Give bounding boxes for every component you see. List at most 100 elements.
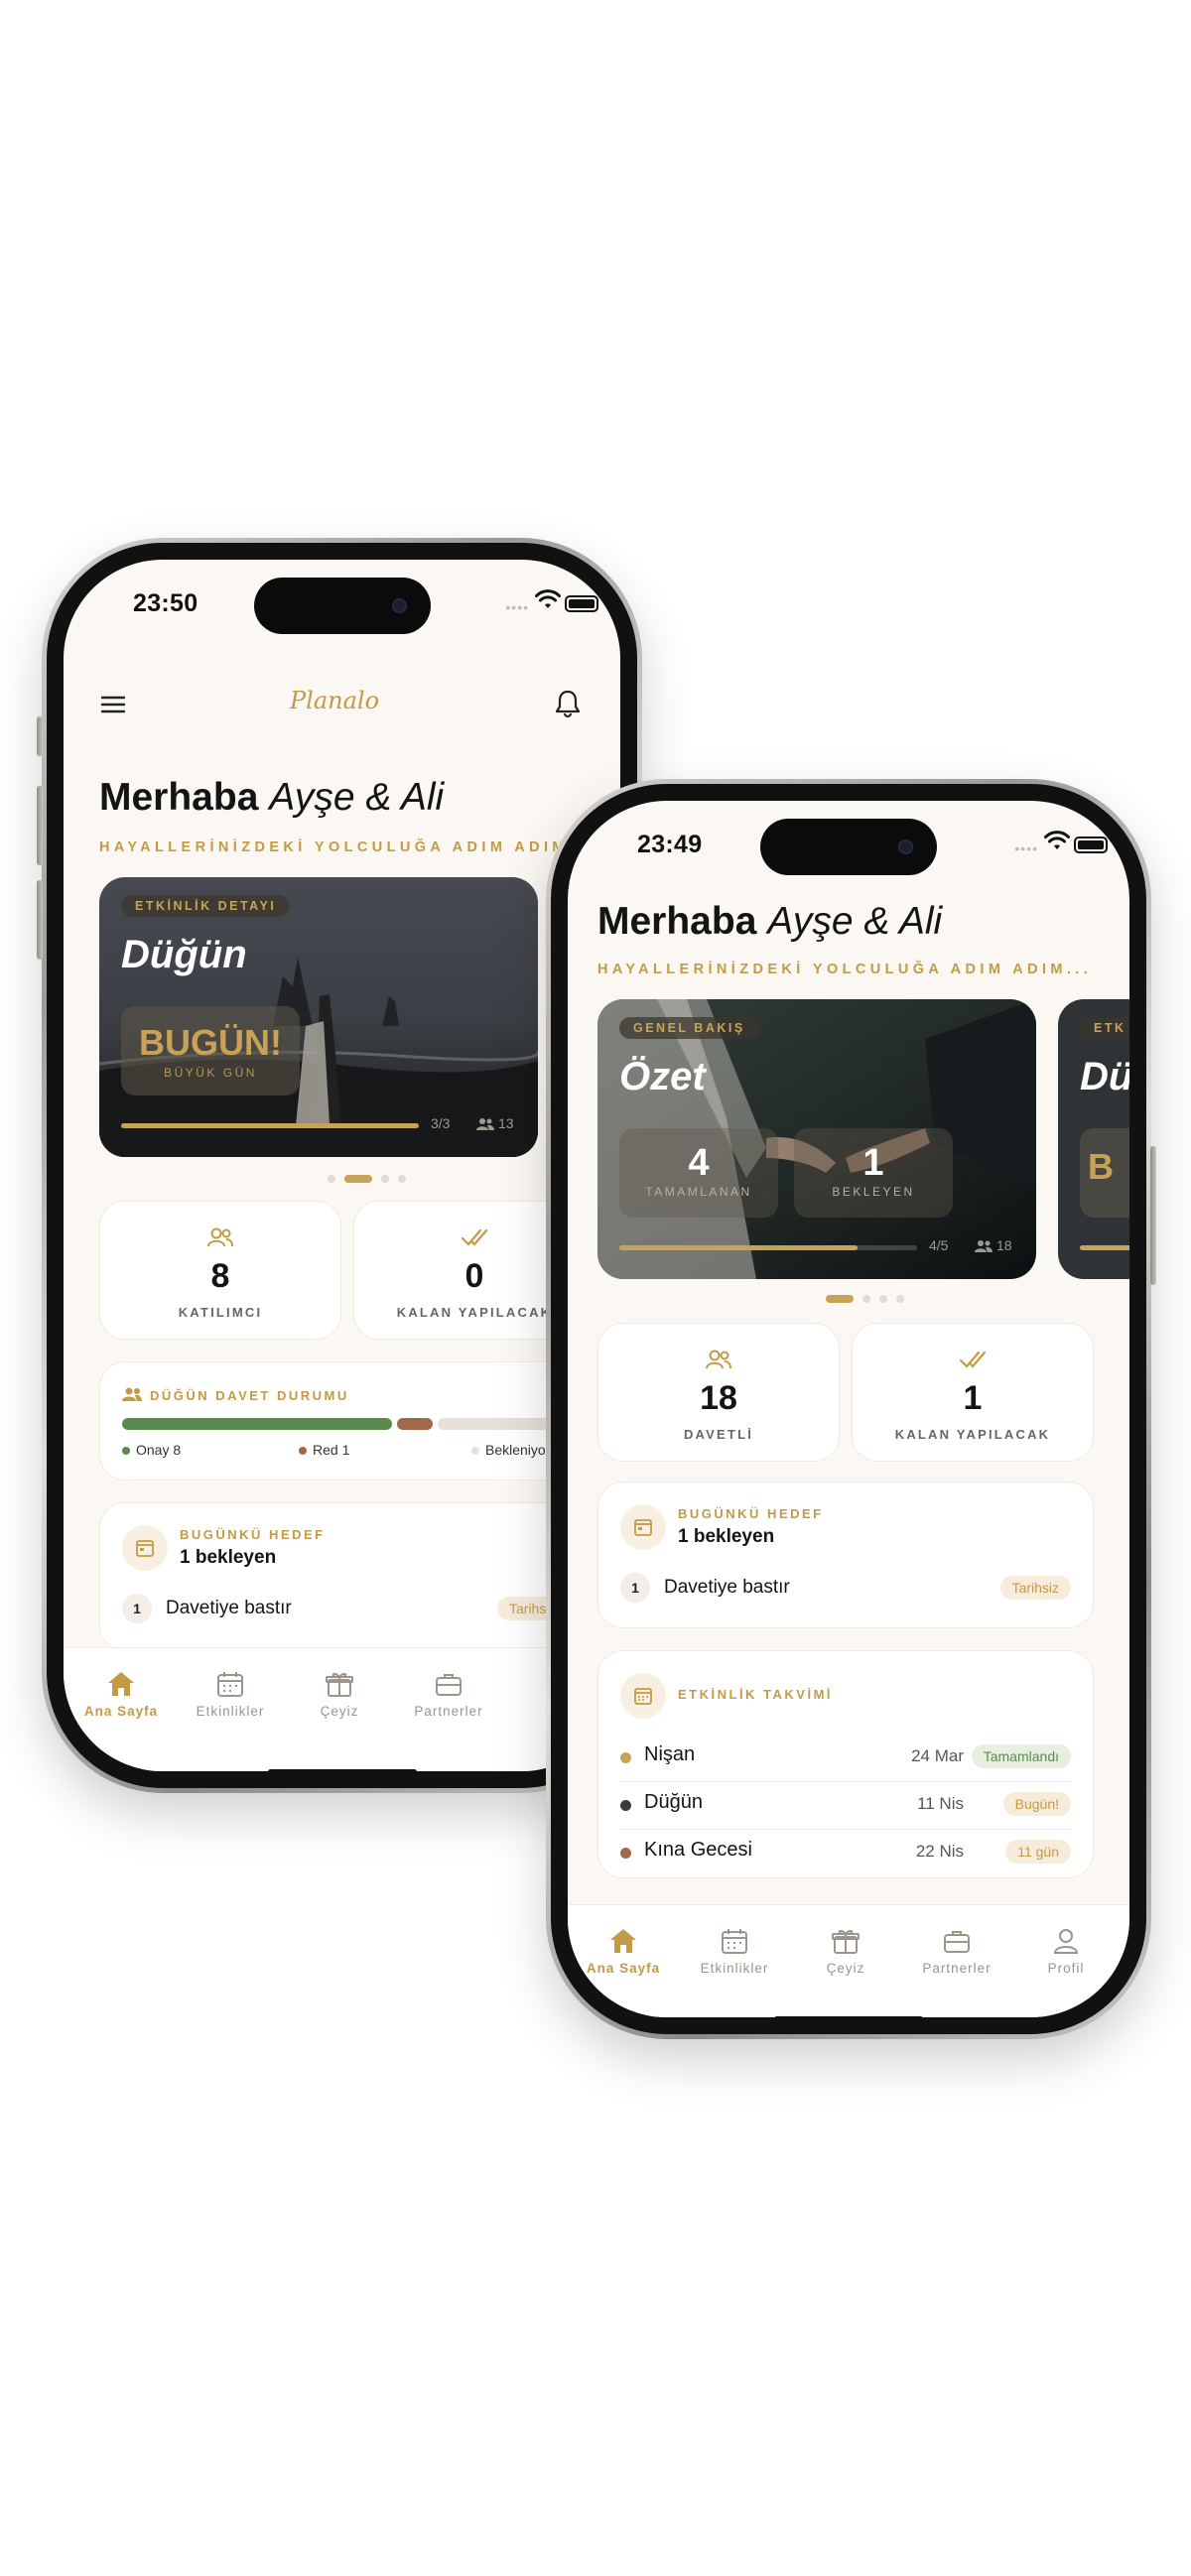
invitation-status-title: DÜĞÜN DAVET DURUMU [150,1388,349,1403]
tab-events[interactable]: Etkinlikler [181,1670,280,1719]
hero-guest-count: 18 [996,1237,1012,1253]
stage: 23:50 •••• Planalo Merhaba Ayşe & Ali HA… [0,0,1191,2576]
gift-icon [326,1672,353,1697]
greeting: Merhaba Ayşe & Ali [597,900,942,944]
pager-dot[interactable] [862,1295,870,1303]
tab-partners[interactable]: Partnerler [399,1670,498,1719]
tagline: HAYALLERİNİZDEKİ YOLCULUĞA ADIM ADIM... [597,962,1093,977]
carousel-pager[interactable] [328,1175,415,1183]
signal-dots-icon: •••• [1014,840,1038,856]
event-tag: 11 gün [1005,1840,1071,1864]
status-bar: 23:49 •••• [568,831,1129,860]
today-goal-card[interactable]: BUGÜNKÜ HEDEF 1 bekleyen 1 Davetiye bast… [99,1502,615,1651]
hero-guest-count: 13 [498,1115,514,1131]
tab-events[interactable]: Etkinlikler [685,1927,784,1976]
tab-home[interactable]: Ana Sayfa [574,1927,673,1976]
task-number: 1 [620,1573,650,1603]
bell-icon[interactable] [554,689,582,718]
event-tag: Bugün! [1002,1792,1071,1816]
pager-dot-active[interactable] [826,1295,854,1303]
calendar-icon [217,1672,243,1697]
home-indicator [267,1769,417,1771]
completed-box: 4 TAMAMLANAN [619,1128,778,1218]
overview-hero-card[interactable]: GENEL BAKIŞ Özet 4 TAMAMLANAN 1 BEKLEYEN… [597,999,1036,1279]
app-logo: Planalo [290,687,380,714]
calendar-icon-wrap [620,1673,666,1719]
tab-home[interactable]: Ana Sayfa [71,1670,171,1719]
task-tag: Tarihsiz [999,1576,1071,1600]
tagline: HAYALLERİNİZDEKİ YOLCULUĞA ADIM ADIM... [99,839,595,855]
power-button [1150,1146,1156,1285]
tab-dowry[interactable]: Çeyiz [796,1927,895,1976]
peek-badge: B [1080,1128,1129,1218]
double-check-icon [959,1351,987,1368]
users-icon [207,1227,233,1247]
bezel: 23:49 •••• Merhaba Ayşe & Ali HAYALLERİN… [551,784,1146,2034]
hero-title: Özet [619,1055,706,1098]
event-date: 11 Nis [917,1794,964,1813]
legend-pending: Bekleniyor [471,1442,550,1458]
event-hero-card[interactable]: ETKİNLİK DETAYI Düğün BUGÜN! BÜYÜK GÜN 3… [99,877,538,1157]
pager-dot[interactable] [328,1175,335,1183]
pager-dot-active[interactable] [344,1175,372,1183]
home-indicator [774,2016,923,2017]
tab-bar: Ana Sayfa Etkinlikler Çeyiz Partnerler [568,1904,1129,2017]
task-label[interactable]: Davetiye bastır [664,1577,790,1599]
tab-profile[interactable]: Profil [1016,1927,1116,1976]
hero-progress-fill [121,1123,419,1128]
double-check-icon [461,1228,488,1246]
hero-progress-bar [121,1123,419,1128]
stat-label: KATILIMCI [178,1305,263,1320]
tab-label: Profil [1047,1961,1085,1976]
carousel-pager[interactable] [826,1295,913,1303]
hero-progress-bar [619,1245,917,1250]
home-icon [108,1672,134,1696]
menu-icon[interactable] [99,694,127,715]
pending-value: 1 [862,1142,884,1184]
wifi-icon [535,589,561,608]
users-icon [706,1350,731,1369]
invitation-status-card[interactable]: DÜĞÜN DAVET DURUMU Onay 8 Red 1 Bekleniy… [99,1361,615,1481]
event-calendar-card[interactable]: ETKİNLİK TAKVİMİ Nişan 24 Mar Tamamlandı… [597,1650,1094,1878]
silent-switch [37,716,43,756]
today-goal-card[interactable]: BUGÜNKÜ HEDEF 1 bekleyen 1 Davetiye bast… [597,1481,1094,1628]
users-icon [122,1387,142,1401]
pager-dot[interactable] [381,1175,389,1183]
tab-dowry[interactable]: Çeyiz [290,1670,389,1719]
task-label[interactable]: Davetiye bastır [166,1598,292,1619]
calendar-icon [634,1688,652,1705]
event-name: Nişan [644,1743,696,1765]
stat-label: KALAN YAPILACAK [894,1427,1051,1442]
tab-label: Çeyiz [320,1704,359,1719]
pager-dot[interactable] [879,1295,887,1303]
legend-rejected: Red 1 [299,1442,349,1458]
greeting-bold: Merhaba [99,776,259,819]
pending-box: 1 BEKLEYEN [794,1128,953,1218]
today-badge-sub: BÜYÜK GÜN [164,1066,257,1080]
tab-label: Partnerler [414,1704,483,1719]
hero-progress-fill [619,1245,858,1250]
event-name: Düğün [644,1791,703,1813]
volume-up-button [37,786,43,865]
screen: 23:50 •••• Planalo Merhaba Ayşe & Ali HA… [64,560,620,1771]
event-date: 22 Nis [915,1842,964,1861]
tab-label: Ana Sayfa [586,1961,661,1976]
stat-participants: 8 KATILIMCI [99,1201,341,1340]
tab-partners[interactable]: Partnerler [907,1927,1006,1976]
completed-value: 4 [688,1142,710,1184]
goal-icon-wrap [122,1525,168,1571]
next-hero-card-peek[interactable]: ETK Dü B [1058,999,1129,1279]
stat-label: DAVETLİ [683,1427,754,1442]
peek-progress-fill [1080,1245,1129,1250]
greeting: Merhaba Ayşe & Ali [99,776,444,820]
event-row[interactable]: Nişan 24 Mar Tamamlandı [620,1735,1071,1782]
pager-dot[interactable] [896,1295,904,1303]
pager-dot[interactable] [398,1175,406,1183]
event-dot [620,1848,631,1859]
hero-progress-text: 3/3 [431,1115,451,1131]
signal-dots-icon: •••• [505,599,529,615]
event-row[interactable]: Düğün 11 Nis Bugün! [620,1782,1071,1830]
screen: 23:49 •••• Merhaba Ayşe & Ali HAYALLERİN… [568,801,1129,2017]
stat-value: 18 [700,1379,737,1417]
event-row[interactable]: Kına Gecesi 22 Nis 11 gün [620,1830,1071,1877]
